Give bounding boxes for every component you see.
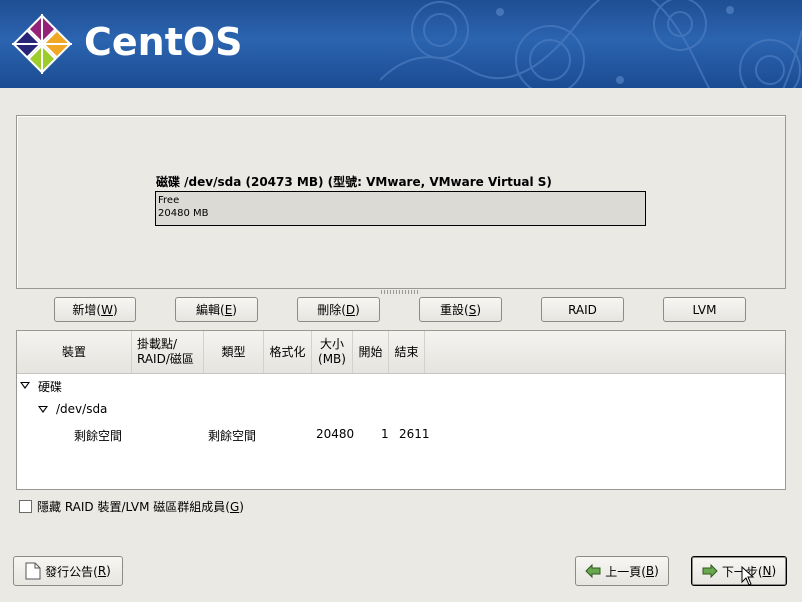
pane-resize-grip[interactable] (381, 290, 419, 294)
release-notes-button[interactable]: 發行公告(R) (13, 556, 123, 586)
back-button[interactable]: 上一頁(B) (575, 556, 669, 586)
arrow-left-icon (585, 564, 601, 578)
column-header-size[interactable]: 大小 (MB) (312, 331, 353, 373)
hide-members-label[interactable]: 隱藏 RAID 裝置/LVM 磁區群組成員(G) (37, 498, 244, 515)
tree-root-label: 硬碟 (38, 380, 63, 394)
column-header-type[interactable]: 類型 (204, 331, 264, 373)
expander-down-icon[interactable] (38, 406, 48, 413)
reset-button[interactable]: 重設(S) (419, 297, 502, 322)
column-header-mount[interactable]: 掛載點/ RAID/磁區 (132, 331, 204, 373)
cell-size: 20480 (316, 427, 355, 441)
decorative-swirls (380, 0, 802, 88)
table-header: 裝置 掛載點/ RAID/磁區 類型 格式化 大小 (MB) 開始 結束 (17, 331, 785, 374)
column-header-end[interactable]: 結束 (389, 331, 425, 373)
column-header-device[interactable]: 裝置 (17, 331, 132, 373)
raid-button[interactable]: RAID (541, 297, 624, 322)
expander-down-icon[interactable] (20, 382, 30, 389)
header-banner: CentOS (0, 0, 802, 88)
document-icon (25, 562, 41, 580)
table-row[interactable]: 剩餘空間 剩餘空間 20480 1 2611 (17, 423, 785, 447)
hide-members-checkbox[interactable] (19, 500, 32, 513)
cell-start: 1 (381, 427, 389, 441)
table-row[interactable]: /dev/sda (17, 398, 785, 422)
disk-free-segment[interactable]: Free 20480 MB (155, 191, 646, 226)
arrow-right-icon (702, 564, 718, 578)
device-label: /dev/sda (56, 402, 108, 416)
centos-logo-icon (12, 14, 72, 74)
mouse-pointer-icon (741, 566, 755, 586)
lvm-button[interactable]: LVM (663, 297, 746, 322)
partition-table[interactable]: 裝置 掛載點/ RAID/磁區 類型 格式化 大小 (MB) 開始 結束 硬碟 … (16, 330, 786, 490)
new-button[interactable]: 新增(W) (54, 297, 136, 322)
segment-size: 20480 MB (158, 208, 209, 219)
segment-label: Free (158, 195, 180, 206)
cell-type: 剩餘空間 (208, 429, 257, 443)
column-header-start[interactable]: 開始 (353, 331, 389, 373)
table-row[interactable]: 硬碟 (17, 374, 785, 398)
cell-end: 2611 (399, 427, 430, 441)
brand-name: CentOS (84, 20, 243, 64)
disk-title: 磁碟 /dev/sda (20473 MB) (型號: VMware, VMwa… (156, 175, 552, 189)
column-header-format[interactable]: 格式化 (264, 331, 312, 373)
next-button[interactable]: 下一步(N) (691, 556, 787, 586)
edit-button[interactable]: 編輯(E) (175, 297, 258, 322)
delete-button[interactable]: 刪除(D) (297, 297, 380, 322)
cell-device: 剩餘空間 (74, 429, 123, 443)
